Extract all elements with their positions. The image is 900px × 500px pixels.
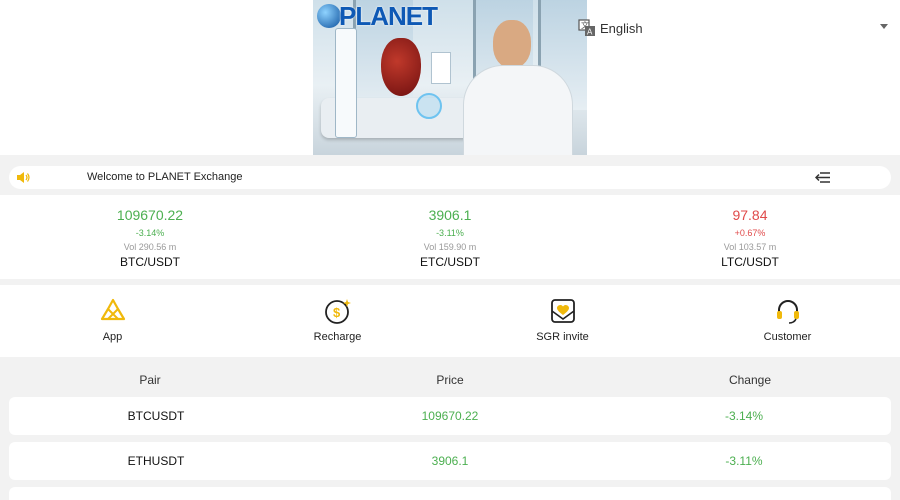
menu-collapse-icon[interactable] [815, 171, 831, 184]
ticker-card-btc[interactable]: 109670.22 -3.14% Vol 290.56 m BTC/USDT [0, 195, 300, 279]
ticker-pair: LTC/USDT [721, 255, 779, 269]
ticker-card-etc[interactable]: 3906.1 -3.11% Vol 159.90 m ETC/USDT [300, 195, 600, 279]
doctor-illustration [463, 20, 573, 155]
row-pair: ETHUSDT [127, 454, 185, 468]
hologram-panel-illustration [431, 52, 451, 84]
row-price: 3906.1 [431, 454, 469, 468]
translate-icon: 文 A [578, 19, 595, 37]
svg-text:$: $ [333, 305, 341, 320]
hologram-panel-illustration [335, 28, 357, 138]
app-icon [100, 298, 125, 321]
quicknav-app-button[interactable]: App [0, 285, 225, 357]
heart-illustration [381, 38, 421, 96]
ticker-change: -3.14% [135, 228, 165, 238]
chevron-down-icon [880, 24, 888, 29]
row-change: -3.11% [725, 454, 763, 468]
ticker-volume: Vol 159.90 m [423, 242, 477, 252]
notice-bar: Welcome to PLANET Exchange [9, 166, 891, 189]
banner-image: PLANET [313, 0, 587, 155]
column-header-price: Price [436, 373, 464, 387]
ticker-price: 3906.1 [428, 207, 472, 223]
row-price: 109670.22 [421, 409, 479, 423]
notice-text: Welcome to PLANET Exchange [87, 171, 243, 183]
quick-nav: App $ Recharge SGR invite Customer [0, 285, 900, 357]
recharge-icon: $ [324, 299, 351, 324]
ticker-pair: ETC/USDT [420, 255, 480, 269]
market-table-header: Pair Price Change [0, 368, 900, 392]
hologram-circle-illustration [416, 93, 442, 119]
row-change: -3.14% [724, 409, 764, 423]
svg-text:A: A [587, 28, 593, 37]
invite-icon [550, 299, 575, 323]
brand-wordmark: PLANET [339, 0, 438, 31]
globe-icon [317, 4, 341, 28]
table-row[interactable] [9, 487, 891, 500]
quicknav-label: SGR invite [536, 331, 589, 343]
row-pair: BTCUSDT [127, 409, 185, 423]
ticker-volume: Vol 290.56 m [123, 242, 177, 252]
column-header-change: Change [728, 373, 772, 387]
table-row[interactable]: ETHUSDT 3906.1 -3.11% [9, 442, 891, 480]
quicknav-label: Recharge [313, 331, 362, 343]
headset-icon [776, 300, 799, 324]
quicknav-invite-button[interactable]: SGR invite [450, 285, 675, 357]
language-label: English [600, 20, 643, 36]
quicknav-label: App [102, 331, 123, 343]
ticker-price: 97.84 [732, 207, 768, 223]
brand-logo: PLANET [317, 0, 438, 31]
quicknav-customer-button[interactable]: Customer [675, 285, 900, 357]
ticker-change: -3.11% [436, 228, 464, 238]
ticker-price: 109670.22 [116, 207, 184, 223]
ticker-change: +0.67% [734, 228, 766, 238]
quicknav-label: Customer [763, 331, 812, 343]
ticker-pair: BTC/USDT [120, 255, 180, 269]
speaker-icon [17, 172, 30, 183]
ticker-strip: 109670.22 -3.14% Vol 290.56 m BTC/USDT 3… [0, 195, 900, 279]
table-row[interactable]: BTCUSDT 109670.22 -3.14% [9, 397, 891, 435]
quicknav-recharge-button[interactable]: $ Recharge [225, 285, 450, 357]
ticker-card-ltc[interactable]: 97.84 +0.67% Vol 103.57 m LTC/USDT [600, 195, 900, 279]
ticker-volume: Vol 103.57 m [723, 242, 777, 252]
language-selector[interactable]: 文 A English [578, 18, 890, 38]
header: PLANET 文 A English [0, 0, 900, 155]
column-header-pair: Pair [139, 373, 161, 387]
